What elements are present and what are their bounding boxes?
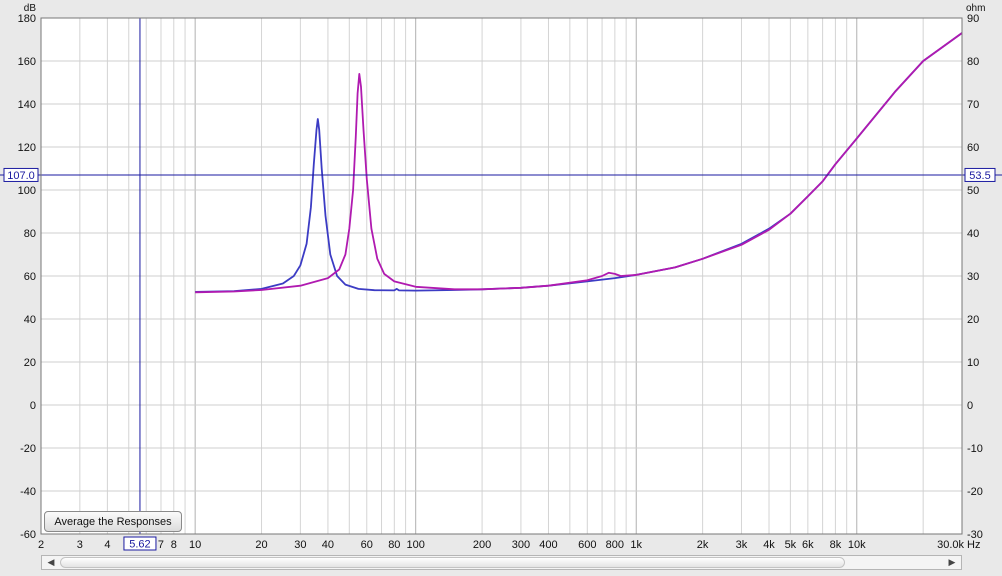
y-left-tick-label: 20 (24, 357, 36, 369)
x-tick-label: 5k (785, 539, 797, 551)
y-left-tick-label: 100 (18, 185, 36, 197)
x-tick-label: 60 (361, 539, 373, 551)
y-right-tick-label: 70 (967, 99, 979, 111)
x-tick-label: 7 (158, 539, 164, 551)
x-tick-label: 1k (630, 539, 642, 551)
y-left-tick-label: 140 (18, 99, 36, 111)
y-right-tick-label: 0 (967, 400, 973, 412)
cursor-x-label: 5.62 (129, 539, 150, 551)
x-tick-label: 6k (802, 539, 814, 551)
x-tick-label: 600 (578, 539, 596, 551)
y-right-axis-label: ohm (966, 3, 985, 14)
scroll-right-arrow-icon[interactable]: ▶ (945, 556, 959, 569)
x-tick-label: 10 (189, 539, 201, 551)
y-right-tick-label: 60 (967, 142, 979, 154)
x-tick-label: 10k (848, 539, 866, 551)
y-left-axis-label: dB (24, 3, 37, 14)
x-tick-label: 200 (473, 539, 491, 551)
y-right-tick-label: 20 (967, 314, 979, 326)
scrollbar-thumb[interactable] (60, 557, 845, 568)
x-tick-label: 400 (539, 539, 557, 551)
y-right-tick-label: 30 (967, 271, 979, 283)
y-right-tick-label: 10 (967, 357, 979, 369)
y-right-tick-label: -20 (967, 486, 983, 498)
y-left-tick-label: 120 (18, 142, 36, 154)
x-tick-label: 20 (255, 539, 267, 551)
x-tick-label: 8k (830, 539, 842, 551)
x-tick-label: 800 (606, 539, 624, 551)
average-responses-button[interactable]: Average the Responses (44, 511, 182, 532)
x-tick-label: 8 (171, 539, 177, 551)
x-axis-unit-label: Hz (967, 539, 980, 551)
x-tick-label: 300 (512, 539, 530, 551)
y-right-tick-label: 90 (967, 13, 979, 25)
x-tick-label: 80 (388, 539, 400, 551)
x-tick-label: 30 (294, 539, 306, 551)
scroll-left-arrow-icon[interactable]: ◀ (44, 556, 58, 569)
y-left-tick-label: 180 (18, 13, 36, 25)
y-right-tick-label: -10 (967, 443, 983, 455)
x-tick-label: 3 (77, 539, 83, 551)
impedance-chart[interactable]: 180160140120100806040200-20-40-609080706… (0, 0, 1002, 552)
x-tick-label: 4 (104, 539, 110, 551)
horizontal-scrollbar[interactable]: ◀ ▶ (41, 555, 962, 570)
y-left-tick-label: 160 (18, 56, 36, 68)
y-right-tick-label: 80 (967, 56, 979, 68)
x-tick-label: 4k (763, 539, 775, 551)
x-tick-label: 100 (407, 539, 425, 551)
y-left-tick-label: 60 (24, 271, 36, 283)
x-tick-label: 2 (38, 539, 44, 551)
x-tick-label: 40 (322, 539, 334, 551)
y-right-tick-label: 40 (967, 228, 979, 240)
y-left-tick-label: -40 (20, 486, 36, 498)
y-left-tick-label: -60 (20, 529, 36, 541)
y-left-tick-label: -20 (20, 443, 36, 455)
cursor-y-left-label: 107.0 (7, 170, 35, 182)
cursor-y-right-label: 53.5 (969, 170, 990, 182)
x-tick-label: 30.0k (937, 539, 964, 551)
x-tick-label: 3k (736, 539, 748, 551)
y-left-tick-label: 80 (24, 228, 36, 240)
y-left-tick-label: 40 (24, 314, 36, 326)
x-tick-label: 2k (697, 539, 709, 551)
y-right-tick-label: 50 (967, 185, 979, 197)
y-left-tick-label: 0 (30, 400, 36, 412)
